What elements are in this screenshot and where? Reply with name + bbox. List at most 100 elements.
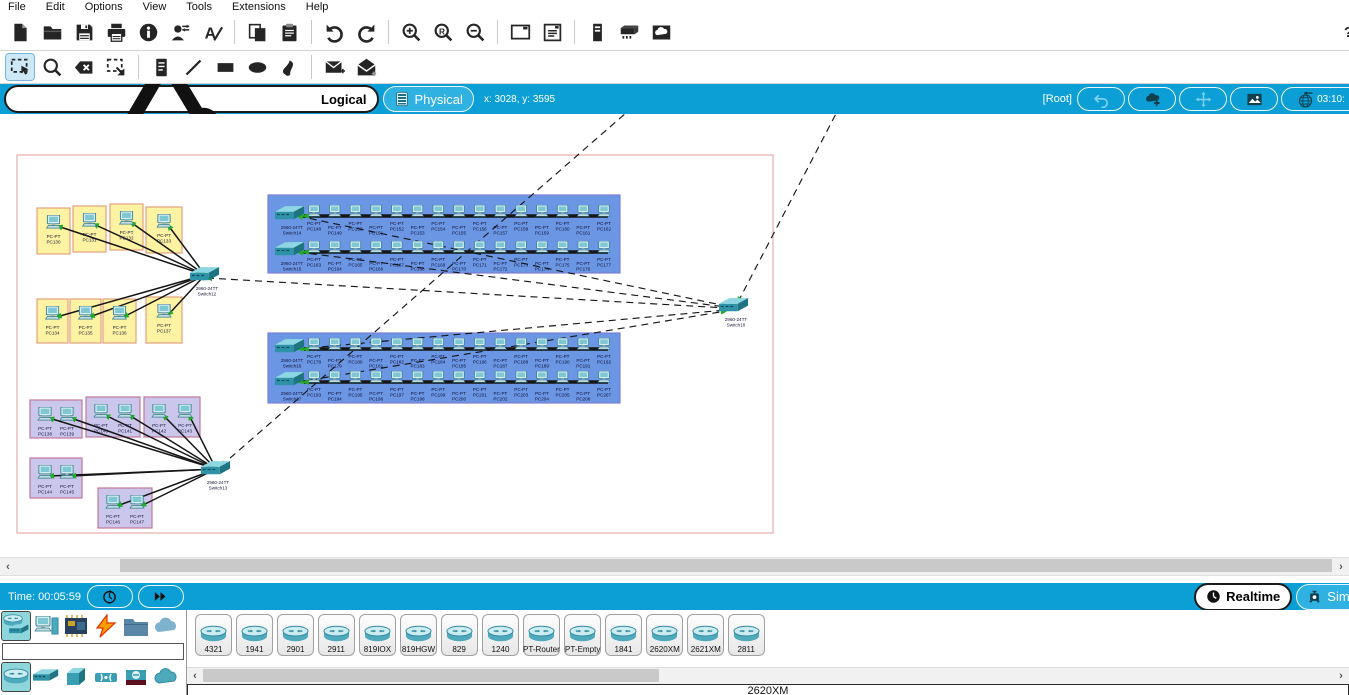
device-PC144[interactable] <box>38 465 52 478</box>
device-PC143[interactable] <box>178 404 192 417</box>
device-PC198[interactable] <box>412 371 424 382</box>
draw-freeform-button[interactable] <box>275 54 303 80</box>
device-PC170[interactable] <box>453 241 465 252</box>
device-model-pt-router[interactable]: PT-Router <box>523 614 560 656</box>
viewport-button[interactable] <box>538 19 566 45</box>
save-button[interactable] <box>70 19 98 45</box>
device-PC130[interactable] <box>47 215 61 228</box>
draw-rectangle-button[interactable] <box>211 54 239 80</box>
device-PC195[interactable] <box>349 371 361 382</box>
device-PC132[interactable] <box>120 211 134 224</box>
device-PC165[interactable] <box>349 241 361 252</box>
fast-forward-button[interactable] <box>138 585 184 608</box>
zoom-in-button[interactable] <box>397 19 425 45</box>
device-PC160[interactable] <box>557 205 569 216</box>
device-PC139[interactable] <box>60 407 74 420</box>
menu-help[interactable]: Help <box>306 1 329 13</box>
device-PC164[interactable] <box>329 241 341 252</box>
device-list-scrollbar[interactable]: ‹ › <box>187 667 1349 684</box>
device-PC169[interactable] <box>432 241 444 252</box>
menu-view[interactable]: View <box>143 1 167 13</box>
device-PC175[interactable] <box>557 241 569 252</box>
device-PC156[interactable] <box>474 205 486 216</box>
device-model-1841[interactable]: 1841 <box>605 614 642 656</box>
algorithm-settings-button[interactable] <box>583 19 611 45</box>
device-Switch18[interactable] <box>719 298 749 311</box>
device-PC149[interactable] <box>329 205 341 216</box>
device-model-pt-empty[interactable]: PT-Empty <box>564 614 601 656</box>
device-scroll-thumb[interactable] <box>203 669 659 682</box>
device-PC151[interactable] <box>370 205 382 216</box>
device-PC168[interactable] <box>412 241 424 252</box>
print-button[interactable] <box>102 19 130 45</box>
device-PC172[interactable] <box>494 241 506 252</box>
device-PC133[interactable] <box>157 214 171 227</box>
menu-edit[interactable]: Edit <box>46 1 65 13</box>
device-PC179[interactable] <box>329 338 341 349</box>
menu-tools[interactable]: Tools <box>186 1 212 13</box>
device-model-4321[interactable]: 4321 <box>195 614 232 656</box>
device-PC191[interactable] <box>577 338 589 349</box>
drawing-palette-button[interactable] <box>198 19 226 45</box>
open-file-button[interactable] <box>38 19 66 45</box>
pc-group-box[interactable] <box>37 208 70 254</box>
device-PC137[interactable] <box>157 304 171 317</box>
subcategory-security[interactable] <box>122 663 150 691</box>
device-PC154[interactable] <box>432 205 444 216</box>
pc-group-box[interactable] <box>73 206 106 252</box>
device-Switch12[interactable] <box>190 267 220 280</box>
device-PC196[interactable] <box>370 371 382 382</box>
device-PC184[interactable] <box>432 338 444 349</box>
device-PC171[interactable] <box>474 241 486 252</box>
draw-ellipse-button[interactable] <box>243 54 271 80</box>
device-PC206[interactable] <box>577 371 589 382</box>
network-image-button[interactable] <box>647 19 675 45</box>
subcategory-hubs[interactable] <box>62 663 90 691</box>
menu-extensions[interactable]: Extensions <box>232 1 286 13</box>
device-PC163[interactable] <box>308 241 320 252</box>
subcategory-wireless[interactable] <box>92 663 120 691</box>
subcategory-routers[interactable] <box>2 663 30 691</box>
add-complex-pdu-button[interactable] <box>352 54 380 80</box>
subcategory-switches[interactable] <box>32 663 60 691</box>
device-PC161[interactable] <box>577 205 589 216</box>
device-PC178[interactable] <box>308 338 320 349</box>
menu-file[interactable]: File <box>8 1 26 13</box>
device-PC131[interactable] <box>83 213 97 226</box>
subcategory-wan-emulation[interactable] <box>152 663 180 691</box>
device-PC207[interactable] <box>598 371 610 382</box>
device-PC176[interactable] <box>577 241 589 252</box>
device-PC145[interactable] <box>60 465 74 478</box>
tab-realtime[interactable]: Realtime <box>1194 583 1292 610</box>
new-file-button[interactable] <box>6 19 34 45</box>
device-model-2901[interactable]: 2901 <box>277 614 314 656</box>
category-network-devices[interactable] <box>2 612 30 640</box>
move-object-button[interactable] <box>1179 87 1227 111</box>
scroll-left-arrow[interactable]: ‹ <box>0 558 16 575</box>
device-PC147[interactable] <box>130 495 144 508</box>
pc-group-box[interactable] <box>146 297 182 343</box>
back-button[interactable] <box>1077 87 1125 111</box>
device-PC181[interactable] <box>370 338 382 349</box>
set-background-button[interactable] <box>1230 87 1278 111</box>
device-PC159[interactable] <box>536 205 548 216</box>
device-PC186[interactable] <box>474 338 486 349</box>
device-PC174[interactable] <box>536 241 548 252</box>
device-PC193[interactable] <box>308 371 320 382</box>
activity-wizard-button[interactable] <box>166 19 194 45</box>
device-PC153[interactable] <box>412 205 424 216</box>
pc-group-box[interactable] <box>37 299 68 343</box>
device-PC187[interactable] <box>494 338 506 349</box>
environment-button[interactable]: 03:10: <box>1281 87 1349 111</box>
device-model-819iox[interactable]: 819IOX <box>359 614 396 656</box>
resize-shape-button[interactable] <box>102 54 130 80</box>
device-PC162[interactable] <box>598 205 610 216</box>
device-PC155[interactable] <box>453 205 465 216</box>
help-button[interactable]: ? <box>1344 24 1349 41</box>
device-PC146[interactable] <box>106 495 120 508</box>
device-PC182[interactable] <box>391 338 403 349</box>
canvas-hscroll-thumb[interactable] <box>120 559 1332 572</box>
device-PC138[interactable] <box>38 407 52 420</box>
device-PC205[interactable] <box>557 371 569 382</box>
device-PC166[interactable] <box>370 241 382 252</box>
